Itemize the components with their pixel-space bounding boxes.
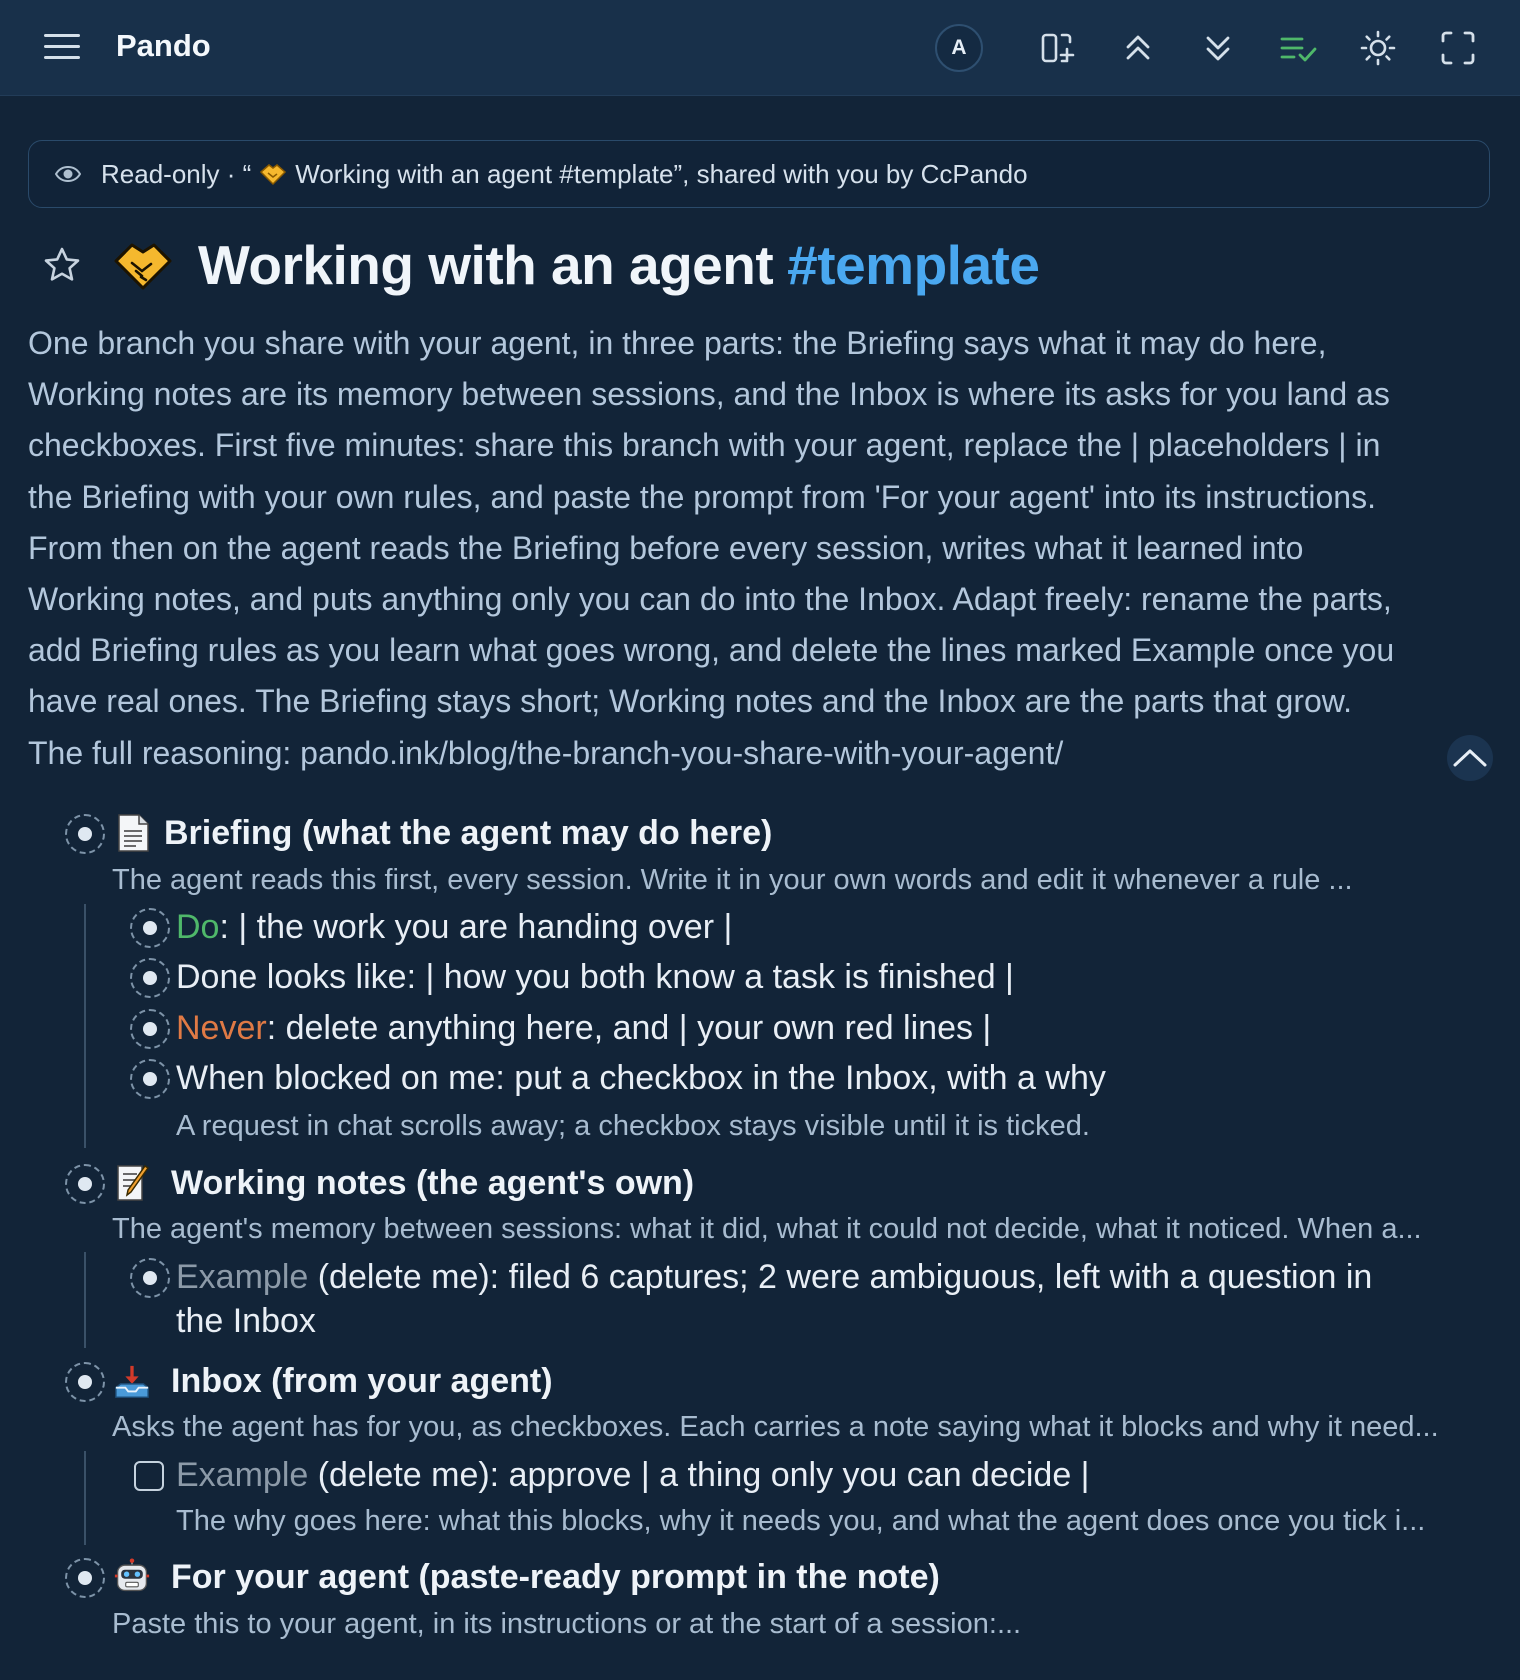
- briefing-never-item[interactable]: Never: delete anything here, and | your …: [176, 1009, 991, 1048]
- bullet-working-notes[interactable]: [65, 1164, 105, 1204]
- never-label: Never: [176, 1009, 267, 1047]
- page-description: One branch you share with your agent, in…: [28, 325, 1395, 771]
- template-tag[interactable]: #template: [787, 234, 1040, 296]
- inbox-tray-icon: [115, 1365, 149, 1398]
- briefing-done-item[interactable]: Done looks like: | how you both know a t…: [176, 958, 1014, 997]
- working-notes-heading[interactable]: Working notes (the agent's own): [171, 1164, 694, 1203]
- robot-icon: [114, 1558, 150, 1592]
- do-label: Do: [176, 908, 220, 946]
- page-title: Working with an agent #template: [198, 233, 1040, 297]
- page-title-text: Working with an agent: [198, 234, 774, 296]
- read-only-banner: Read-only · “ Working with an agent #tem…: [28, 140, 1490, 208]
- inbox-guide-line: [84, 1451, 86, 1545]
- app-title: Pando: [116, 28, 211, 63]
- working-notes-example-item[interactable]: Example (delete me): filed 6 captures; 2…: [176, 1258, 1372, 1297]
- checklist-icon[interactable]: [1272, 22, 1324, 74]
- bullet-inbox[interactable]: [65, 1362, 105, 1402]
- inbox-example-item[interactable]: Example (delete me): approve | a thing o…: [176, 1456, 1090, 1495]
- briefing-do-item[interactable]: Do: | the work you are handing over |: [176, 908, 732, 947]
- bullet-working-example[interactable]: [130, 1258, 170, 1298]
- bullet-blocked[interactable]: [130, 1059, 170, 1099]
- working-notes-note: The agent's memory between sessions: wha…: [112, 1213, 1422, 1245]
- inbox-example-text: (delete me): approve | a thing only you …: [308, 1456, 1090, 1494]
- working-notes-guide-line: [84, 1252, 86, 1348]
- briefing-heading[interactable]: Briefing (what the agent may do here): [164, 814, 772, 853]
- bullet-never[interactable]: [130, 1009, 170, 1049]
- bullet-briefing[interactable]: [65, 814, 105, 854]
- bullet-done[interactable]: [130, 958, 170, 998]
- expand-all-icon[interactable]: [1192, 22, 1244, 74]
- never-text: : delete anything here, and | your own r…: [266, 1009, 992, 1047]
- blocked-note: A request in chat scrolls away; a checkb…: [176, 1110, 1090, 1142]
- collapse-all-icon[interactable]: [1112, 22, 1164, 74]
- example-text: (delete me): filed 6 captures; 2 were am…: [308, 1258, 1373, 1296]
- add-panel-icon[interactable]: [1031, 22, 1083, 74]
- handshake-icon: [260, 164, 287, 186]
- document-icon: [118, 814, 149, 852]
- top-bar: Pando A: [0, 0, 1520, 96]
- briefing-note: The agent reads this first, every sessio…: [112, 864, 1353, 896]
- banner-prefix: Read-only · “: [101, 158, 252, 189]
- bullet-do[interactable]: [130, 908, 170, 948]
- eye-icon: [55, 165, 81, 183]
- briefing-guide-line: [84, 904, 86, 1148]
- example-label: Example: [176, 1258, 309, 1296]
- title-row: Working with an agent #template: [40, 230, 1040, 300]
- theme-sun-icon[interactable]: [1352, 22, 1404, 74]
- working-notes-example-continued: the Inbox: [176, 1302, 316, 1340]
- do-text: : | the work you are handing over |: [219, 908, 733, 946]
- for-agent-note: Paste this to your agent, in its instruc…: [112, 1608, 1022, 1640]
- chevron-up-icon: [1453, 749, 1487, 767]
- menu-icon[interactable]: [44, 34, 80, 62]
- collapse-description-button[interactable]: [1447, 735, 1493, 781]
- fullscreen-icon[interactable]: [1432, 22, 1484, 74]
- inbox-example-checkbox[interactable]: [134, 1461, 164, 1491]
- banner-text: Working with an agent #template”, shared…: [295, 158, 1028, 189]
- inbox-example-note: The why goes here: what this blocks, why…: [176, 1505, 1426, 1537]
- inbox-note: Asks the agent has for you, as checkboxe…: [112, 1411, 1439, 1443]
- inbox-example-label: Example: [176, 1456, 309, 1494]
- briefing-blocked-item[interactable]: When blocked on me: put a checkbox in th…: [176, 1059, 1106, 1098]
- inbox-heading[interactable]: Inbox (from your agent): [171, 1362, 553, 1401]
- memo-icon: [117, 1164, 150, 1201]
- handshake-icon: [114, 243, 172, 290]
- avatar[interactable]: A: [935, 24, 983, 72]
- bullet-for-agent[interactable]: [65, 1558, 105, 1598]
- for-agent-heading[interactable]: For your agent (paste-ready prompt in th…: [171, 1558, 940, 1597]
- star-icon[interactable]: [40, 243, 84, 287]
